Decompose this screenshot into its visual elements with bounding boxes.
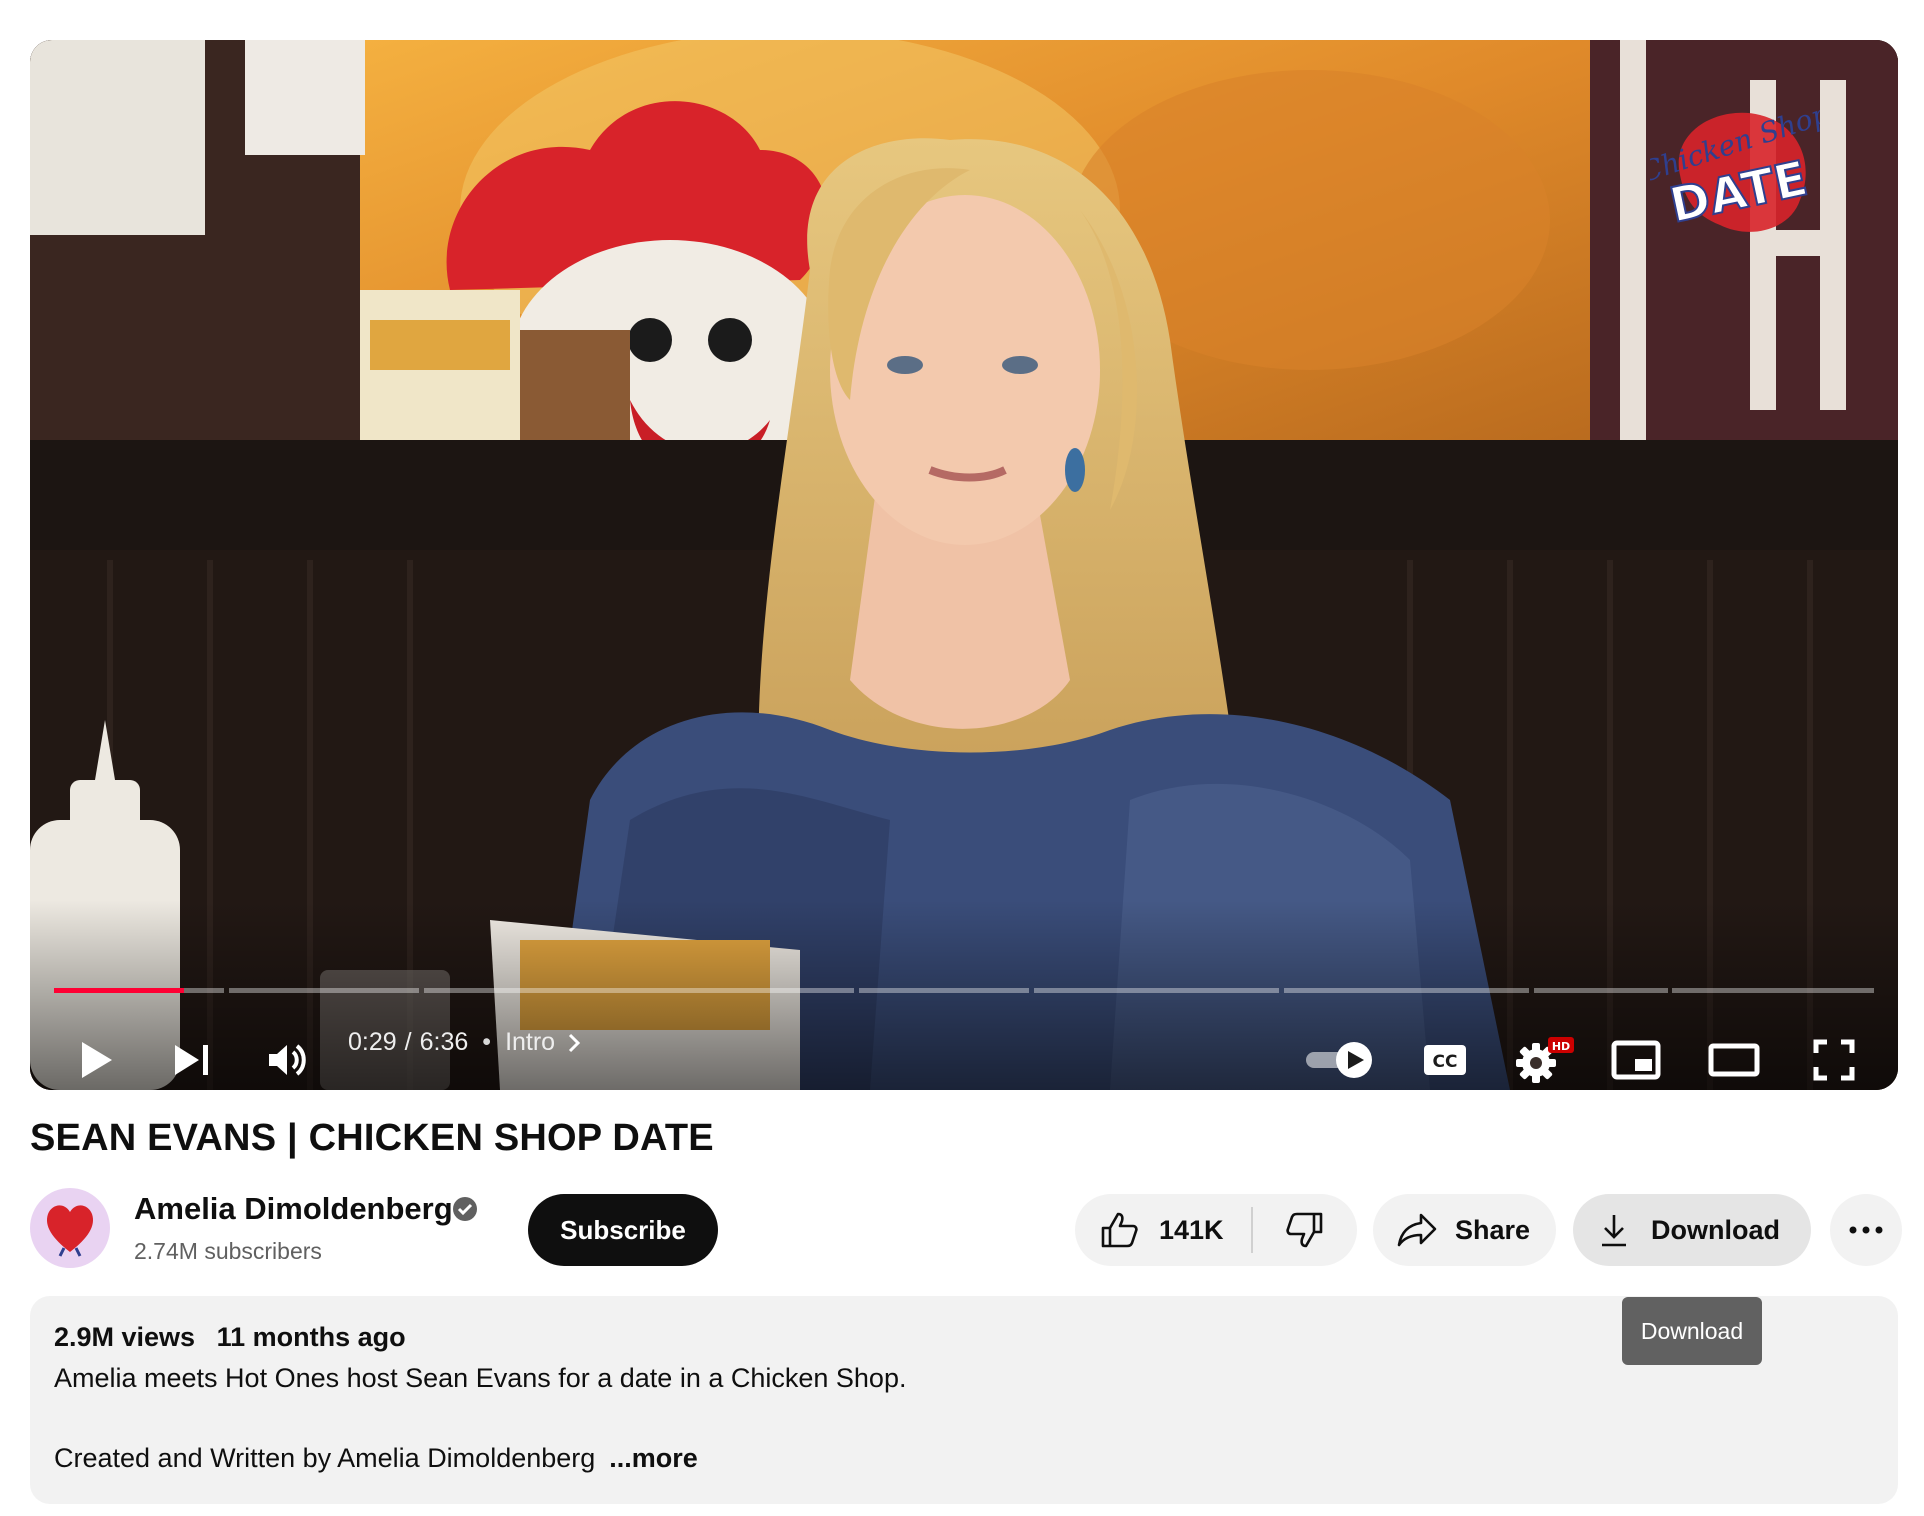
description-credits: Created and Written by Amelia Dimoldenbe… [54,1443,596,1473]
subscribe-button[interactable]: Subscribe [528,1194,718,1266]
more-actions-button[interactable] [1830,1194,1902,1266]
chapter-segment[interactable] [1534,988,1668,993]
dislike-button[interactable] [1253,1194,1357,1266]
chicken-shop-date-logo: Chicken Shop DATE [1650,97,1820,235]
share-button[interactable]: Share [1373,1194,1556,1266]
chapter-segment[interactable] [424,988,854,993]
chapter-title: Intro [505,1028,556,1056]
current-time: 0:29 [348,1028,397,1056]
miniplayer-button[interactable] [1606,1030,1666,1090]
next-icon [175,1045,208,1075]
download-tooltip: Download [1622,1297,1762,1365]
channel-name[interactable]: Amelia Dimoldenberg [134,1191,453,1227]
settings-icon: HD [1516,1037,1574,1083]
settings-button[interactable]: HD [1510,1030,1580,1090]
video-title: SEAN EVANS | CHICKEN SHOP DATE [30,1117,714,1159]
chapter-segment[interactable] [1034,988,1279,993]
show-more-link[interactable]: ...more [609,1443,698,1473]
autoplay-toggle-icon [1306,1042,1372,1078]
total-time: 6:36 [419,1028,469,1056]
autoplay-toggle[interactable] [1302,1030,1378,1090]
miniplayer-icon [1611,1040,1661,1080]
captions-icon: CC [1424,1045,1466,1075]
view-count: 2.9M views [54,1322,196,1352]
chapter-segment[interactable] [184,988,224,993]
subscriber-count: 2.74M subscribers [134,1238,322,1264]
volume-icon [269,1044,306,1076]
channel-avatar[interactable] [30,1188,110,1268]
thumbs-down-icon [1286,1212,1323,1248]
fullscreen-button[interactable] [1804,1030,1864,1090]
chevron-right-icon [569,1033,581,1052]
video-player[interactable]: Chicken Shop DATE CC HD 0:29 / 6:36 • In… [30,40,1898,1090]
download-button[interactable]: Download [1573,1194,1811,1266]
fullscreen-icon [1813,1039,1855,1081]
like-button[interactable]: 141K [1075,1194,1251,1266]
share-icon [1397,1213,1437,1247]
play-icon [82,1042,112,1078]
next-button[interactable] [162,1030,222,1090]
download-label: Download [1651,1214,1780,1245]
verified-icon [453,1197,477,1221]
chapter-title-button[interactable]: Intro [505,1028,581,1057]
chapter-dot: • [482,1028,492,1056]
description-text-line1: Amelia meets Hot Ones host Sean Evans fo… [54,1363,907,1393]
chapter-segment[interactable] [1284,988,1529,993]
description-meta: 2.9M views 11 months ago [54,1322,406,1353]
upload-age: 11 months ago [216,1322,406,1352]
chapter-segment[interactable] [1672,988,1874,993]
svg-text:CC: CC [1433,1052,1458,1072]
progress-played [54,988,184,993]
player-controls: CC HD [30,1030,1898,1090]
chapter-segment[interactable] [229,988,419,993]
description-box[interactable]: 2.9M views 11 months ago Amelia meets Ho… [30,1296,1898,1504]
like-count: 141K [1159,1214,1224,1245]
download-icon [1602,1215,1626,1247]
time-display: 0:29 / 6:36 • Intro [348,1028,581,1057]
chicken-shop-date-avatar-icon [46,1205,94,1257]
volume-button[interactable] [258,1030,318,1090]
theater-mode-button[interactable] [1700,1030,1768,1090]
chapter-segment[interactable] [859,988,1029,993]
theater-icon [1708,1043,1760,1077]
like-dislike-group: 141K [1075,1194,1357,1266]
svg-text:HD: HD [1552,1040,1570,1053]
share-label: Share [1455,1214,1531,1245]
play-button[interactable] [66,1030,126,1090]
progress-bar[interactable] [54,988,1874,994]
thumbs-up-icon [1101,1212,1138,1248]
captions-button[interactable]: CC [1415,1030,1475,1090]
description-text-line2: Created and Written by Amelia Dimoldenbe… [54,1443,698,1474]
more-horizontal-icon [1849,1226,1883,1234]
time-separator: / [404,1028,412,1056]
